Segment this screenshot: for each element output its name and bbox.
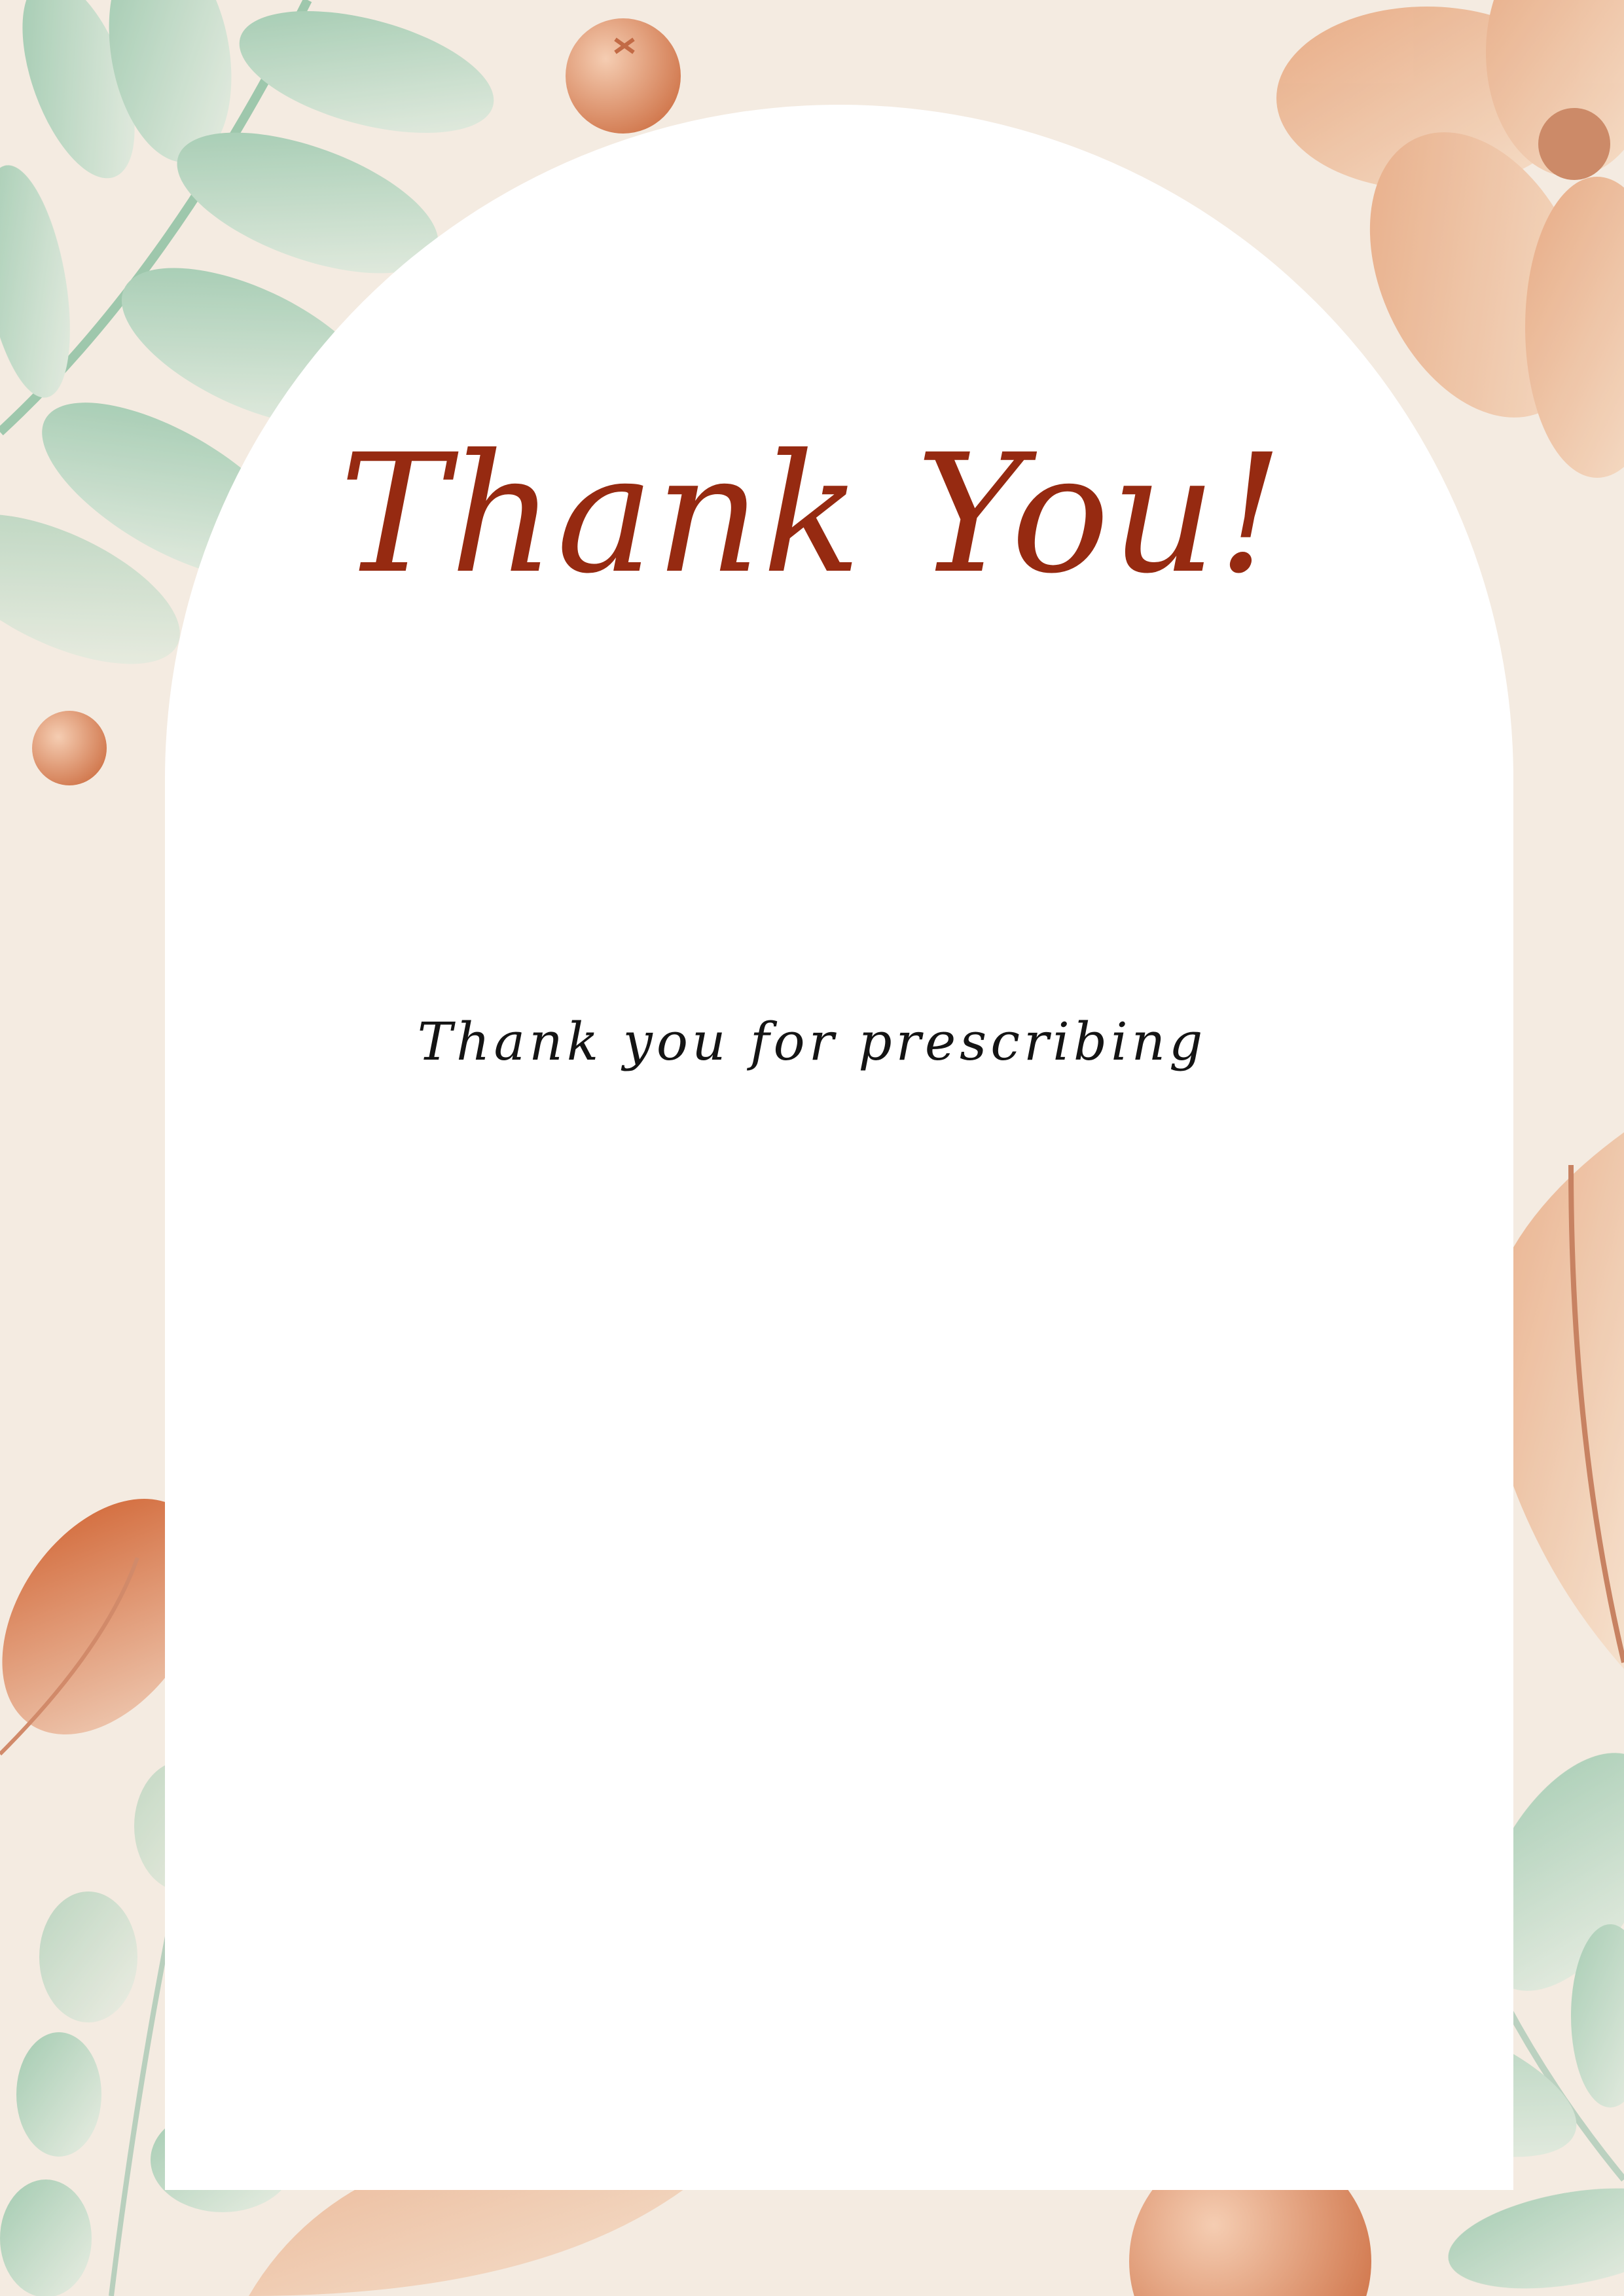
thank-you-card: Thank You! Thank you for prescribing [0, 0, 1624, 2296]
page-title: Thank You! [339, 419, 1285, 609]
orange-berry-icon [32, 711, 107, 785]
arch-panel [165, 105, 1513, 2190]
thank-you-message: Thank you for prescribing [417, 1011, 1207, 1072]
orange-berry-icon [566, 18, 681, 134]
